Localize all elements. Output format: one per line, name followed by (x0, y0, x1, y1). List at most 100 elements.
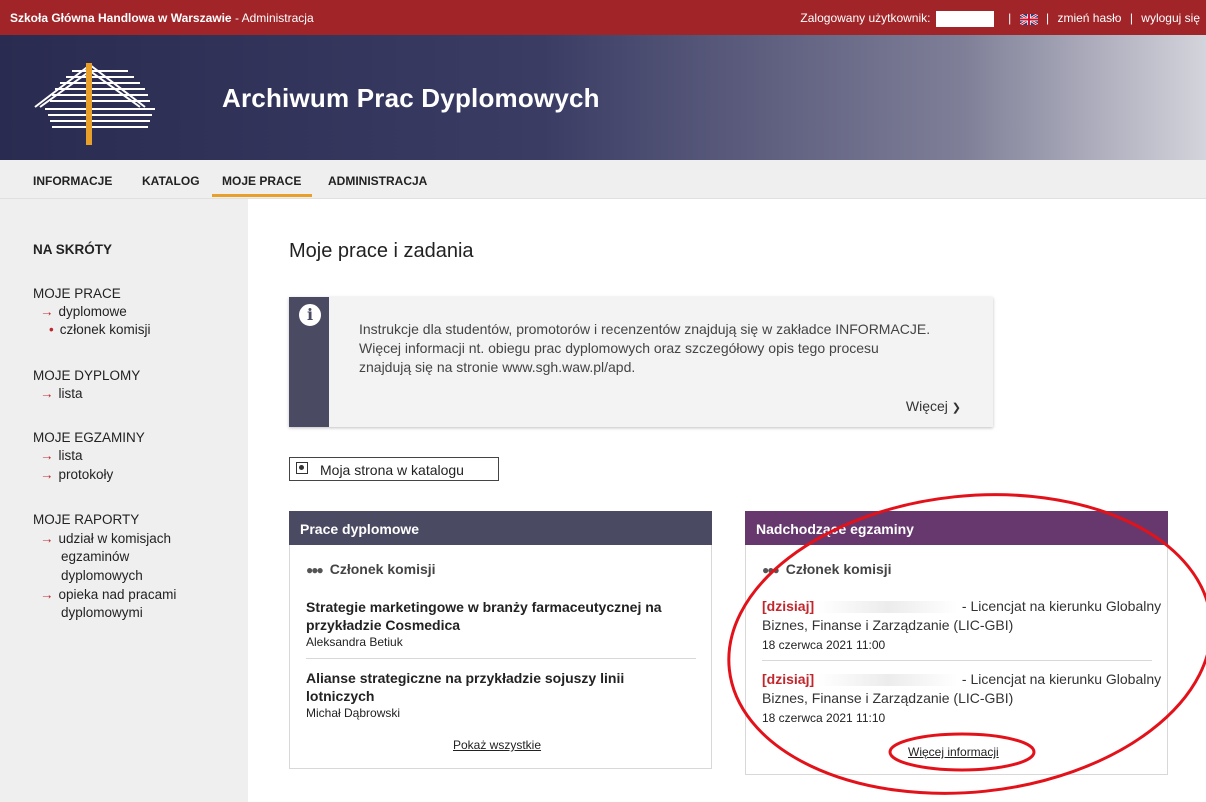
thesis-author: Michał Dąbrowski (306, 706, 401, 720)
university-name[interactable]: Szkoła Główna Handlowa w Warszawie (10, 11, 232, 25)
catalog-page-button[interactable]: Moja strona w katalogu (289, 457, 499, 481)
sidebar-link-dyplomy-lista[interactable]: → lista (40, 386, 83, 401)
sidebar-heading: NA SKRÓTY (33, 242, 113, 257)
sgh-building-logo-icon[interactable] (30, 45, 180, 145)
thesis-title-line: lotniczych (306, 688, 375, 704)
exams-card: Nadchodzące egzaminy ●●● Członek komisji … (745, 511, 1168, 775)
sidebar: NA SKRÓTY MOJE PRACE → dyplomowe • członek… (0, 199, 248, 802)
sidebar-link-udzial-line2[interactable]: egzaminów (61, 549, 129, 564)
sidebar-link-label: protokoły (58, 467, 114, 482)
info-more-label: Więcej (905, 398, 948, 414)
divider (762, 660, 1152, 661)
exams-role-label: Członek komisji (785, 561, 892, 577)
exam-date: 18 czerwca 2021 11:10 (762, 711, 886, 725)
thesis-title-line: Strategie marketingowe w branży farmaceu… (306, 599, 662, 615)
divider (306, 658, 696, 659)
app-title: Archiwum Prac Dyplomowych (222, 83, 600, 113)
thesis-title-line: Alianse strategiczne na przykładzie soju… (306, 670, 625, 686)
exams-card-title: Nadchodzące egzaminy (756, 521, 914, 537)
people-icon: ●●● (306, 563, 324, 577)
arrow-icon: → (40, 386, 54, 401)
info-line: znajdują się na stronie www.sgh.waw.pl/a… (359, 359, 636, 375)
redacted-name (818, 674, 959, 687)
sidebar-link-udzial-line3[interactable]: dyplomowych (61, 568, 143, 583)
change-password-link[interactable]: zmień hasło (1057, 11, 1121, 25)
info-stripe: i (289, 297, 329, 427)
nav-moje-prace[interactable]: MOJE PRACE (222, 174, 301, 188)
sidebar-link-label: lista (58, 448, 83, 463)
sidebar-section-moje-prace[interactable]: MOJE PRACE (33, 286, 121, 301)
people-icon: ●●● (762, 563, 780, 577)
separator: | (1129, 11, 1133, 26)
sidebar-link-protokoly[interactable]: → protokoły (40, 467, 113, 482)
info-text: Instrukcje dla studentów, promotorów i r… (359, 320, 979, 377)
arrow-icon: → (40, 304, 54, 319)
context-label: - Administracja (231, 11, 314, 25)
separator: | (1045, 11, 1050, 26)
header-banner: Archiwum Prac Dyplomowych (0, 35, 1206, 160)
today-badge: [dzisiaj] (762, 671, 815, 687)
top-bar: Szkoła Główna Handlowa w Warszawie - Adm… (0, 0, 1206, 35)
info-line: Więcej informacji nt. obiegu prac dyplom… (359, 340, 879, 356)
sidebar-link-opieka-line2[interactable]: dyplomowymi (61, 605, 143, 620)
bullet-icon: • (49, 322, 54, 337)
info-line: Instrukcje dla studentów, promotorów i r… (359, 321, 931, 337)
sidebar-link-label: lista (58, 386, 83, 401)
arrow-icon: → (40, 531, 54, 546)
top-bar-left: Szkoła Główna Handlowa w Warszawie - Adm… (10, 11, 314, 25)
thesis-author: Aleksandra Betiuk (306, 635, 403, 649)
exam-desc: Biznes, Finanse i Zarządzanie (LIC-GBI) (762, 690, 1014, 706)
logged-in-label: Zalogowany użytkownik: (800, 11, 931, 26)
exam-item[interactable]: [dzisiaj] - Licencjat na kierunku Global… (762, 597, 1162, 635)
exam-desc: - Licencjat na kierunku Globalny (961, 598, 1162, 614)
arrow-icon: → (40, 448, 54, 463)
sidebar-section-moje-raporty[interactable]: MOJE RAPORTY (33, 512, 139, 527)
thesis-title-line: przykładzie Cosmedica (306, 617, 461, 633)
sidebar-link-label: opieka nad pracami (58, 587, 177, 602)
page-title: Moje prace i zadania (289, 240, 474, 262)
more-info-link[interactable]: Więcej informacji (908, 745, 999, 759)
exam-desc: - Licencjat na kierunku Globalny (961, 671, 1162, 687)
show-all-link[interactable]: Pokaż wszystkie (453, 738, 541, 752)
sidebar-section-moje-dyplomy[interactable]: MOJE DYPLOMY (33, 368, 140, 383)
sidebar-section-moje-egzaminy[interactable]: MOJE EGZAMINY (33, 430, 145, 445)
info-icon: i (297, 302, 323, 328)
info-more-toggle[interactable]: Więcej ❯ (906, 398, 961, 414)
exam-desc: Biznes, Finanse i Zarządzanie (LIC-GBI) (762, 617, 1014, 633)
redacted-name (818, 601, 959, 614)
theses-role: ●●● Członek komisji (306, 561, 436, 577)
exam-item[interactable]: [dzisiaj] - Licencjat na kierunku Global… (762, 670, 1162, 708)
main-nav: INFORMACJE KATALOG MOJE PRACE ADMINISTRA… (0, 160, 1206, 199)
nav-active-indicator (212, 194, 312, 197)
sidebar-link-udzial-w-komisjach[interactable]: → udział w komisjach (40, 531, 171, 546)
sidebar-link-opieka[interactable]: → opieka nad pracami (40, 587, 176, 602)
sidebar-link-label: udział w komisjach (58, 531, 172, 546)
profile-card-icon (296, 462, 308, 474)
catalog-button-label: Moja strona w katalogu (320, 462, 464, 478)
chevron-down-icon: ❯ (951, 402, 961, 414)
sidebar-link-label: dyplomowe (58, 304, 127, 319)
exam-date: 18 czerwca 2021 11:00 (762, 638, 886, 652)
today-badge: [dzisiaj] (762, 598, 815, 614)
arrow-icon: → (40, 467, 54, 482)
exams-card-header: Nadchodzące egzaminy (745, 511, 1168, 545)
top-bar-right: Zalogowany użytkownik: | | zmień hasło |… (800, 11, 1200, 27)
nav-informacje[interactable]: INFORMACJE (33, 174, 112, 188)
username-redacted (935, 11, 994, 27)
nav-administracja[interactable]: ADMINISTRACJA (328, 174, 427, 188)
arrow-icon: → (40, 587, 54, 602)
logout-link[interactable]: wyloguj się (1141, 11, 1200, 25)
theses-card-title: Prace dyplomowe (300, 521, 420, 537)
sidebar-link-egzaminy-lista[interactable]: → lista (40, 448, 83, 463)
separator: | (1008, 11, 1012, 26)
exams-role: ●●● Członek komisji (762, 561, 892, 577)
nav-katalog[interactable]: KATALOG (142, 174, 200, 188)
theses-card: Prace dyplomowe ●●● Członek komisji Strat… (289, 511, 712, 769)
thesis-title[interactable]: Strategie marketingowe w branży farmaceu… (306, 598, 706, 634)
theses-card-header: Prace dyplomowe (289, 511, 712, 545)
sidebar-link-dyplomowe[interactable]: → dyplomowe (40, 304, 127, 319)
thesis-title[interactable]: Alianse strategiczne na przykładzie soju… (306, 669, 706, 705)
uk-flag-icon[interactable] (1019, 13, 1038, 25)
sidebar-link-czlonek-komisji[interactable]: • członek komisji (49, 322, 151, 337)
theses-role-label: Członek komisji (329, 561, 436, 577)
